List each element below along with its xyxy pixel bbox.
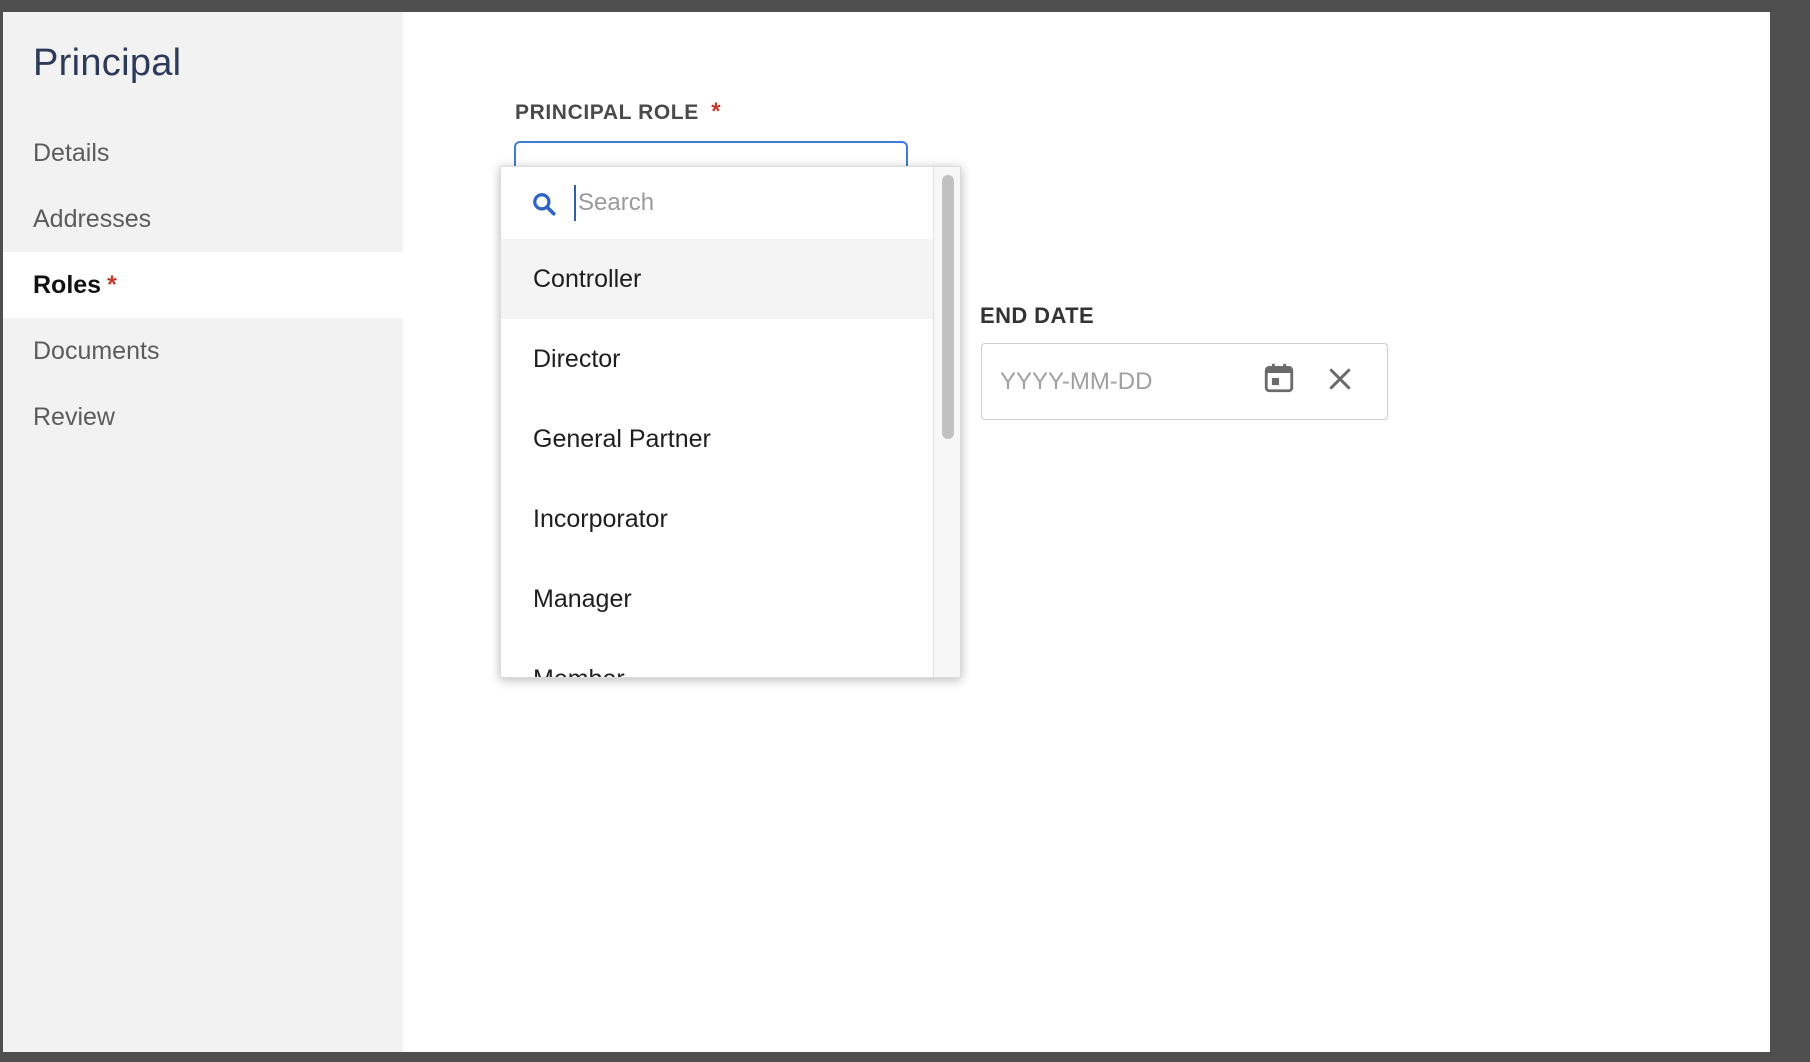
sidebar-item-addresses[interactable]: Addresses <box>3 186 403 252</box>
dropdown-search <box>501 167 933 239</box>
end-date-field[interactable] <box>981 343 1388 420</box>
sidebar-item-documents[interactable]: Documents <box>3 318 403 384</box>
list-item[interactable]: Manager <box>501 559 933 639</box>
end-date-input[interactable] <box>1000 364 1240 400</box>
required-marker: * <box>107 270 117 299</box>
list-item[interactable]: Controller <box>501 239 933 319</box>
sidebar-item-review[interactable]: Review <box>3 384 403 450</box>
sidebar-item-roles[interactable]: Roles * <box>3 252 403 318</box>
calendar-icon[interactable] <box>1262 361 1296 395</box>
list-item[interactable]: Member <box>501 639 933 678</box>
required-marker: * <box>711 98 722 125</box>
principal-role-label: PRINCIPAL ROLE * <box>515 98 721 126</box>
role-options-list: Controller Director General Partner Inco… <box>501 239 933 678</box>
principal-modal: Principal Details Addresses Roles * Docu… <box>3 12 1770 1052</box>
search-input[interactable] <box>574 185 908 221</box>
sidebar-item-label: Details <box>33 138 110 167</box>
sidebar-nav: Details Addresses Roles * Documents Revi… <box>3 120 403 450</box>
sidebar-item-details[interactable]: Details <box>3 120 403 186</box>
list-item[interactable]: Director <box>501 319 933 399</box>
search-icon <box>531 191 557 217</box>
principal-role-label-text: PRINCIPAL ROLE <box>515 101 699 124</box>
sidebar-item-label: Documents <box>33 336 160 365</box>
role-dropdown: Controller Director General Partner Inco… <box>500 166 961 678</box>
dropdown-scrollbar[interactable] <box>933 167 960 677</box>
close-icon[interactable] <box>1325 364 1355 394</box>
end-date-label: END DATE <box>980 303 1095 328</box>
scrollbar-thumb[interactable] <box>942 175 954 439</box>
sidebar-title: Principal <box>33 42 182 84</box>
list-item[interactable]: General Partner <box>501 399 933 479</box>
sidebar-item-label: Review <box>33 402 115 431</box>
list-item[interactable]: Incorporator <box>501 479 933 559</box>
sidebar-item-label: Roles <box>33 270 102 299</box>
sidebar: Principal Details Addresses Roles * Docu… <box>3 12 403 1052</box>
sidebar-item-label: Addresses <box>33 204 152 233</box>
